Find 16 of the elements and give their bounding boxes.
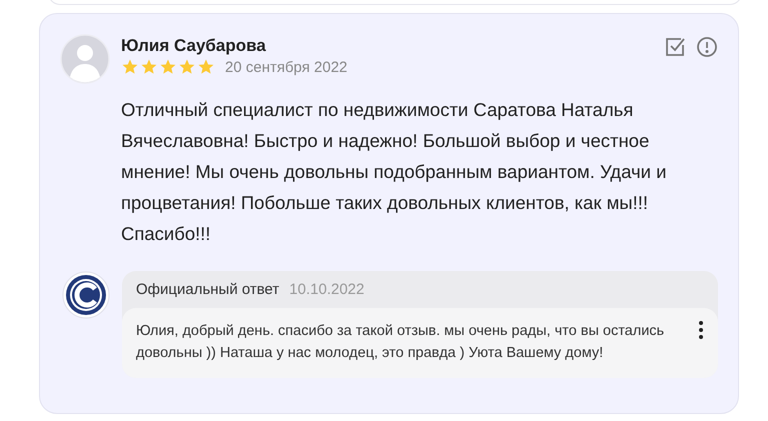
star-icon — [121, 58, 139, 76]
more-icon[interactable] — [698, 320, 704, 342]
star-icon — [140, 58, 158, 76]
star-icon — [178, 58, 196, 76]
star-icon — [159, 58, 177, 76]
checkbox-edit-icon[interactable] — [664, 36, 686, 58]
review-date: 20 сентября 2022 — [225, 58, 348, 76]
reply-text: Юлия, добрый день. спасибо за такой отзыв. мы очень рады, что вы остались довольны )) Наташа у нас молодец, это правда ) Уюта Вашему дому! — [136, 322, 666, 363]
reply-title: Официальный ответ — [136, 281, 280, 298]
avatar-icon — [60, 34, 110, 84]
company-logo-icon — [62, 271, 110, 319]
author-name: Юлия Саубарова — [121, 36, 267, 56]
star-icon — [197, 58, 215, 76]
report-icon[interactable] — [696, 36, 718, 58]
review-text: Отличный специалист по недвижимости Саратова Наталья Вячеславовна! Быстро и надежно! Большой выбор и честное мнение! Мы очень довольны подобранным вариантом. Удачи и процветания! Побольше таких довольных клиентов, как мы!!! Спасибо!!! — [121, 98, 668, 246]
reply-date: 10.10.2022 — [289, 281, 364, 298]
